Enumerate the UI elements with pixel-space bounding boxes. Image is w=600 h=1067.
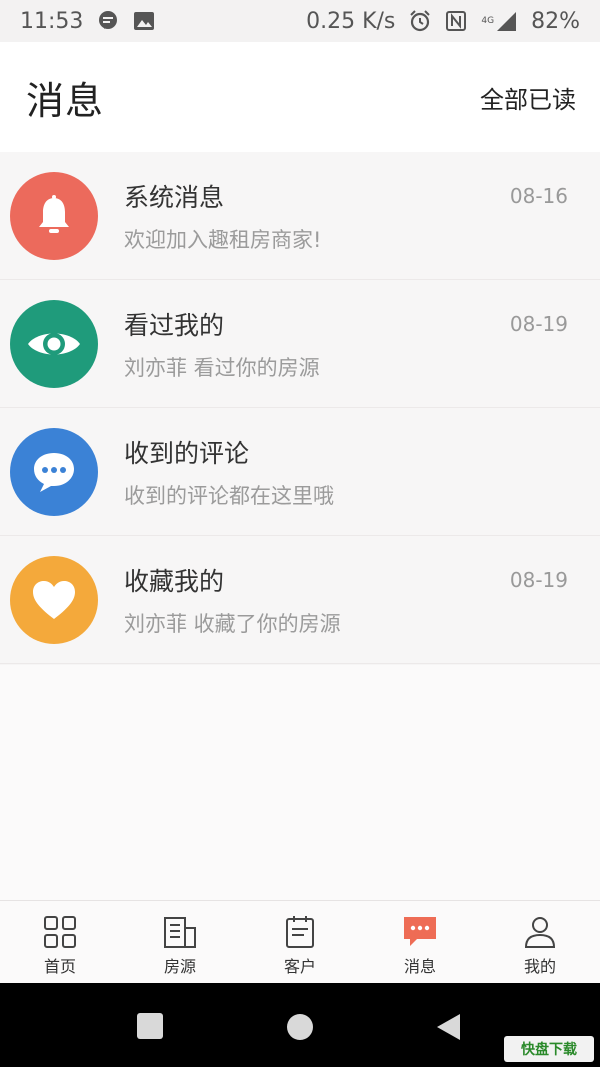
- empty-area: [0, 665, 600, 900]
- status-left: 11:53: [20, 9, 155, 34]
- message-title: 看过我的: [124, 311, 225, 340]
- message-date: 08-19: [509, 568, 568, 592]
- network-speed: 0.25 K/s: [306, 8, 396, 34]
- message-date: 08-19: [509, 312, 568, 336]
- message-subtitle: 刘亦菲 收藏了你的房源: [124, 612, 341, 636]
- message-item-system[interactable]: 系统消息 08-16 欢迎加入趣租房商家!: [0, 152, 600, 280]
- tab-label: 房源: [163, 957, 196, 976]
- message-title: 收到的评论: [124, 439, 250, 468]
- watermark-text: 快盘下载: [521, 1042, 577, 1058]
- page-title: 消息: [26, 78, 105, 123]
- tab-label: 客户: [283, 957, 316, 976]
- message-subtitle: 欢迎加入趣租房商家!: [124, 228, 322, 252]
- status-right: 0.25 K/s 4G 82%: [306, 9, 580, 34]
- grid-icon: [42, 913, 78, 951]
- mark-all-read-button[interactable]: 全部已读: [480, 80, 576, 115]
- tab-home[interactable]: 首页: [0, 901, 120, 984]
- bell-icon: [10, 172, 98, 260]
- home-button[interactable]: [286, 1013, 314, 1045]
- heart-icon: [10, 556, 98, 644]
- status-bar: 11:53 0.25 K/s 4G 82%: [0, 0, 600, 42]
- message-subtitle: 收到的评论都在这里哦: [124, 484, 334, 508]
- person-icon: [522, 913, 558, 951]
- message-item-viewed-me[interactable]: 看过我的 08-19 刘亦菲 看过你的房源: [0, 280, 600, 408]
- image-notification-icon: [133, 10, 155, 32]
- message-title: 系统消息: [124, 183, 225, 212]
- notepad-icon: [282, 913, 318, 951]
- signal-icon: 4G: [481, 10, 517, 32]
- message-title: 收藏我的: [124, 567, 225, 596]
- comment-icon: [10, 428, 98, 516]
- chat-notification-icon: [97, 10, 119, 32]
- message-date: 08-16: [509, 184, 568, 208]
- tab-customers[interactable]: 客户: [240, 901, 360, 984]
- tab-label: 我的: [523, 957, 556, 976]
- eye-icon: [10, 300, 98, 388]
- status-time: 11:53: [20, 8, 84, 34]
- header: 消息 全部已读: [0, 42, 600, 152]
- tab-listings[interactable]: 房源: [120, 901, 240, 984]
- recents-button[interactable]: [137, 1013, 163, 1043]
- back-button[interactable]: [436, 1013, 462, 1045]
- tab-profile[interactable]: 我的: [480, 901, 600, 984]
- nfc-icon: [445, 10, 467, 32]
- tab-messages[interactable]: 消息: [360, 901, 480, 984]
- message-list: 系统消息 08-16 欢迎加入趣租房商家! 看过我的 08-19 刘亦菲 看过你…: [0, 152, 600, 664]
- message-item-comments[interactable]: 收到的评论 收到的评论都在这里哦: [0, 408, 600, 536]
- alarm-icon: [409, 10, 431, 32]
- network-type: 4G: [481, 16, 495, 26]
- message-subtitle: 刘亦菲 看过你的房源: [124, 356, 320, 380]
- message-item-favorited-me[interactable]: 收藏我的 08-19 刘亦菲 收藏了你的房源: [0, 536, 600, 664]
- watermark-logo: 快盘下载: [504, 1036, 594, 1062]
- tab-label: 首页: [43, 957, 76, 976]
- battery-level: 82%: [531, 8, 580, 34]
- tab-label: 消息: [403, 957, 436, 976]
- message-icon: [401, 913, 439, 951]
- building-icon: [162, 913, 198, 951]
- tab-bar: 首页 房源 客户 消息 我的: [0, 900, 600, 984]
